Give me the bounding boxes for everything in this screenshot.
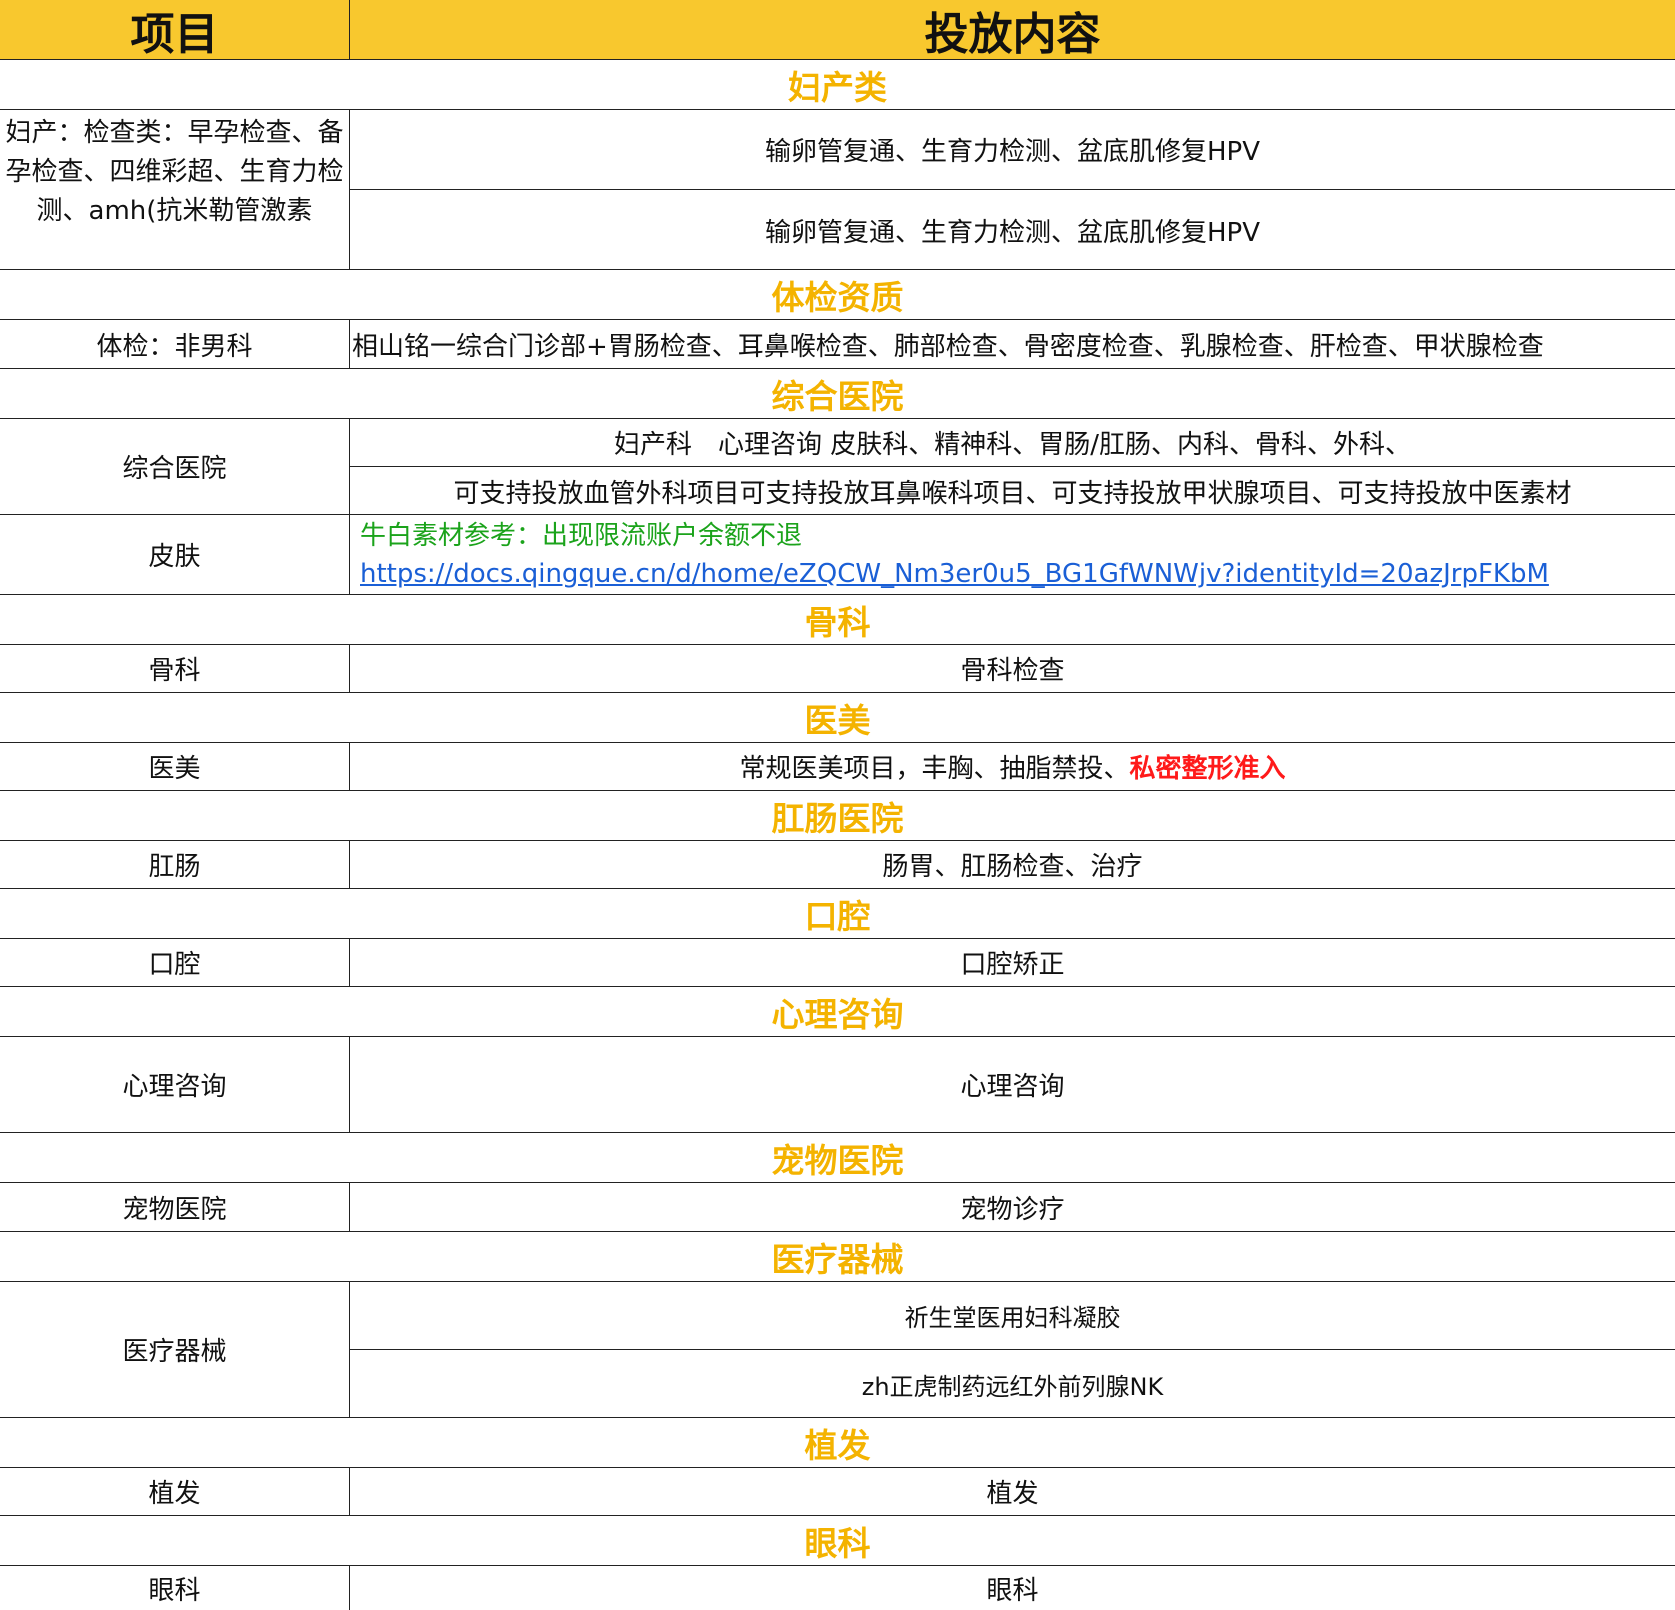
table-row-zhifa: 植发 植发 bbox=[0, 1468, 1675, 1516]
section-title-zhifa[interactable]: 植发 bbox=[0, 1418, 1675, 1467]
section-row-tijian: 体检资质 bbox=[0, 270, 1675, 320]
section-title-yimei[interactable]: 医美 bbox=[0, 693, 1675, 742]
row-content-gangchang[interactable]: 肠胃、肛肠检查、治疗 bbox=[350, 841, 1675, 888]
row-label-zonghe[interactable]: 综合医院 bbox=[0, 419, 350, 514]
row-label-yimei[interactable]: 医美 bbox=[0, 743, 350, 790]
section-title-xinli[interactable]: 心理咨询 bbox=[0, 987, 1675, 1036]
section-row-gangchang: 肛肠医院 bbox=[0, 791, 1675, 841]
row-content-fuchan-1[interactable]: 输卵管复通、生育力检测、盆底肌修复HPV bbox=[350, 110, 1675, 190]
section-row-fuchan: 妇产类 bbox=[0, 60, 1675, 110]
yimei-highlight-text: 私密整形准入 bbox=[1129, 754, 1286, 784]
row-content-pifu[interactable]: 牛白素材参考：出现限流账户余额不退 https://docs.qingque.c… bbox=[350, 515, 1675, 594]
section-title-guke[interactable]: 骨科 bbox=[0, 595, 1675, 644]
row-content-xinli[interactable]: 心理咨询 bbox=[350, 1037, 1675, 1132]
section-title-qixie[interactable]: 医疗器械 bbox=[0, 1232, 1675, 1281]
row-content-guke[interactable]: 骨科检查 bbox=[350, 645, 1675, 692]
row-label-fuchan[interactable]: 妇产：检查类：早孕检查、备孕检查、四维彩超、生育力检测、amh(抗米勒管激素 bbox=[0, 110, 350, 269]
yimei-content-text: 常规医美项目，丰胸、抽脂禁投、 bbox=[739, 754, 1130, 784]
row-content-qixie-1[interactable]: 祈生堂医用妇科凝胶 bbox=[350, 1282, 1675, 1350]
row-content-zonghe-1[interactable]: 妇产科 心理咨询 皮肤科、精神科、胃肠/肛肠、内科、骨科、外科、 bbox=[350, 419, 1675, 467]
section-row-yanke: 眼科 bbox=[0, 1516, 1675, 1566]
table-row-gangchang: 肛肠 肠胃、肛肠检查、治疗 bbox=[0, 841, 1675, 889]
section-title-chongwu[interactable]: 宠物医院 bbox=[0, 1133, 1675, 1182]
row-content-yimei[interactable]: 常规医美项目，丰胸、抽脂禁投、 私密整形准入 bbox=[350, 743, 1675, 790]
pifu-doc-link[interactable]: https://docs.qingque.cn/d/home/eZQCW_Nm3… bbox=[360, 555, 1549, 593]
row-content-qixie-2[interactable]: zh正虎制药远红外前列腺NK bbox=[350, 1350, 1675, 1418]
section-row-kouqiang: 口腔 bbox=[0, 889, 1675, 939]
table-row-chongwu: 宠物医院 宠物诊疗 bbox=[0, 1183, 1675, 1232]
section-title-fuchan[interactable]: 妇产类 bbox=[0, 60, 1675, 109]
section-row-guke: 骨科 bbox=[0, 595, 1675, 645]
table-row-zonghe: 综合医院 妇产科 心理咨询 皮肤科、精神科、胃肠/肛肠、内科、骨科、外科、 可支… bbox=[0, 419, 1675, 515]
row-label-tijian[interactable]: 体检：非男科 bbox=[0, 320, 350, 368]
section-row-qixie: 医疗器械 bbox=[0, 1232, 1675, 1282]
header-content[interactable]: 投放内容 bbox=[350, 0, 1675, 60]
row-content-yanke[interactable]: 眼科 bbox=[350, 1566, 1675, 1610]
table-row-qixie: 医疗器械 祈生堂医用妇科凝胶 zh正虎制药远红外前列腺NK bbox=[0, 1282, 1675, 1418]
section-title-gangchang[interactable]: 肛肠医院 bbox=[0, 791, 1675, 840]
row-label-pifu[interactable]: 皮肤 bbox=[0, 515, 350, 594]
section-row-zonghe: 综合医院 bbox=[0, 369, 1675, 419]
row-content-chongwu[interactable]: 宠物诊疗 bbox=[350, 1183, 1675, 1231]
table-row-tijian: 体检：非男科 相山铭一综合门诊部+胃肠检查、耳鼻喉检查、肺部检查、骨密度检查、乳… bbox=[0, 320, 1675, 369]
section-title-kouqiang[interactable]: 口腔 bbox=[0, 889, 1675, 938]
header-row: 项目 投放内容 bbox=[0, 0, 1675, 60]
pifu-note: 牛白素材参考：出现限流账户余额不退 bbox=[360, 520, 803, 551]
table-row-guke: 骨科 骨科检查 bbox=[0, 645, 1675, 693]
table-row-yanke: 眼科 眼科 bbox=[0, 1566, 1675, 1610]
row-content-zhifa[interactable]: 植发 bbox=[350, 1468, 1675, 1515]
table-row-fuchan: 妇产：检查类：早孕检查、备孕检查、四维彩超、生育力检测、amh(抗米勒管激素 输… bbox=[0, 110, 1675, 270]
row-label-kouqiang[interactable]: 口腔 bbox=[0, 939, 350, 986]
section-title-zonghe[interactable]: 综合医院 bbox=[0, 369, 1675, 418]
spreadsheet-table: 项目 投放内容 妇产类 妇产：检查类：早孕检查、备孕检查、四维彩超、生育力检测、… bbox=[0, 0, 1675, 1610]
row-label-qixie[interactable]: 医疗器械 bbox=[0, 1282, 350, 1417]
row-content-fuchan-2[interactable]: 输卵管复通、生育力检测、盆底肌修复HPV bbox=[350, 190, 1675, 270]
header-project[interactable]: 项目 bbox=[0, 0, 350, 59]
section-row-chongwu: 宠物医院 bbox=[0, 1133, 1675, 1183]
table-row-kouqiang: 口腔 口腔矫正 bbox=[0, 939, 1675, 987]
row-label-zhifa[interactable]: 植发 bbox=[0, 1468, 350, 1515]
row-label-chongwu[interactable]: 宠物医院 bbox=[0, 1183, 350, 1231]
row-label-yanke[interactable]: 眼科 bbox=[0, 1566, 350, 1610]
table-row-xinli: 心理咨询 心理咨询 bbox=[0, 1037, 1675, 1133]
row-label-xinli[interactable]: 心理咨询 bbox=[0, 1037, 350, 1132]
section-row-zhifa: 植发 bbox=[0, 1418, 1675, 1468]
section-title-yanke[interactable]: 眼科 bbox=[0, 1516, 1675, 1565]
row-content-kouqiang[interactable]: 口腔矫正 bbox=[350, 939, 1675, 986]
row-content-zonghe-2[interactable]: 可支持投放血管外科项目可支持投放耳鼻喉科项目、可支持投放甲状腺项目、可支持投放中… bbox=[350, 467, 1675, 515]
row-content-tijian[interactable]: 相山铭一综合门诊部+胃肠检查、耳鼻喉检查、肺部检查、骨密度检查、乳腺检查、肝检查… bbox=[350, 320, 1675, 368]
table-row-pifu: 皮肤 牛白素材参考：出现限流账户余额不退 https://docs.qingqu… bbox=[0, 515, 1675, 595]
section-row-xinli: 心理咨询 bbox=[0, 987, 1675, 1037]
section-title-tijian[interactable]: 体检资质 bbox=[0, 270, 1675, 319]
table-row-yimei: 医美 常规医美项目，丰胸、抽脂禁投、 私密整形准入 bbox=[0, 743, 1675, 791]
row-label-gangchang[interactable]: 肛肠 bbox=[0, 841, 350, 888]
section-row-yimei: 医美 bbox=[0, 693, 1675, 743]
row-label-guke[interactable]: 骨科 bbox=[0, 645, 350, 692]
